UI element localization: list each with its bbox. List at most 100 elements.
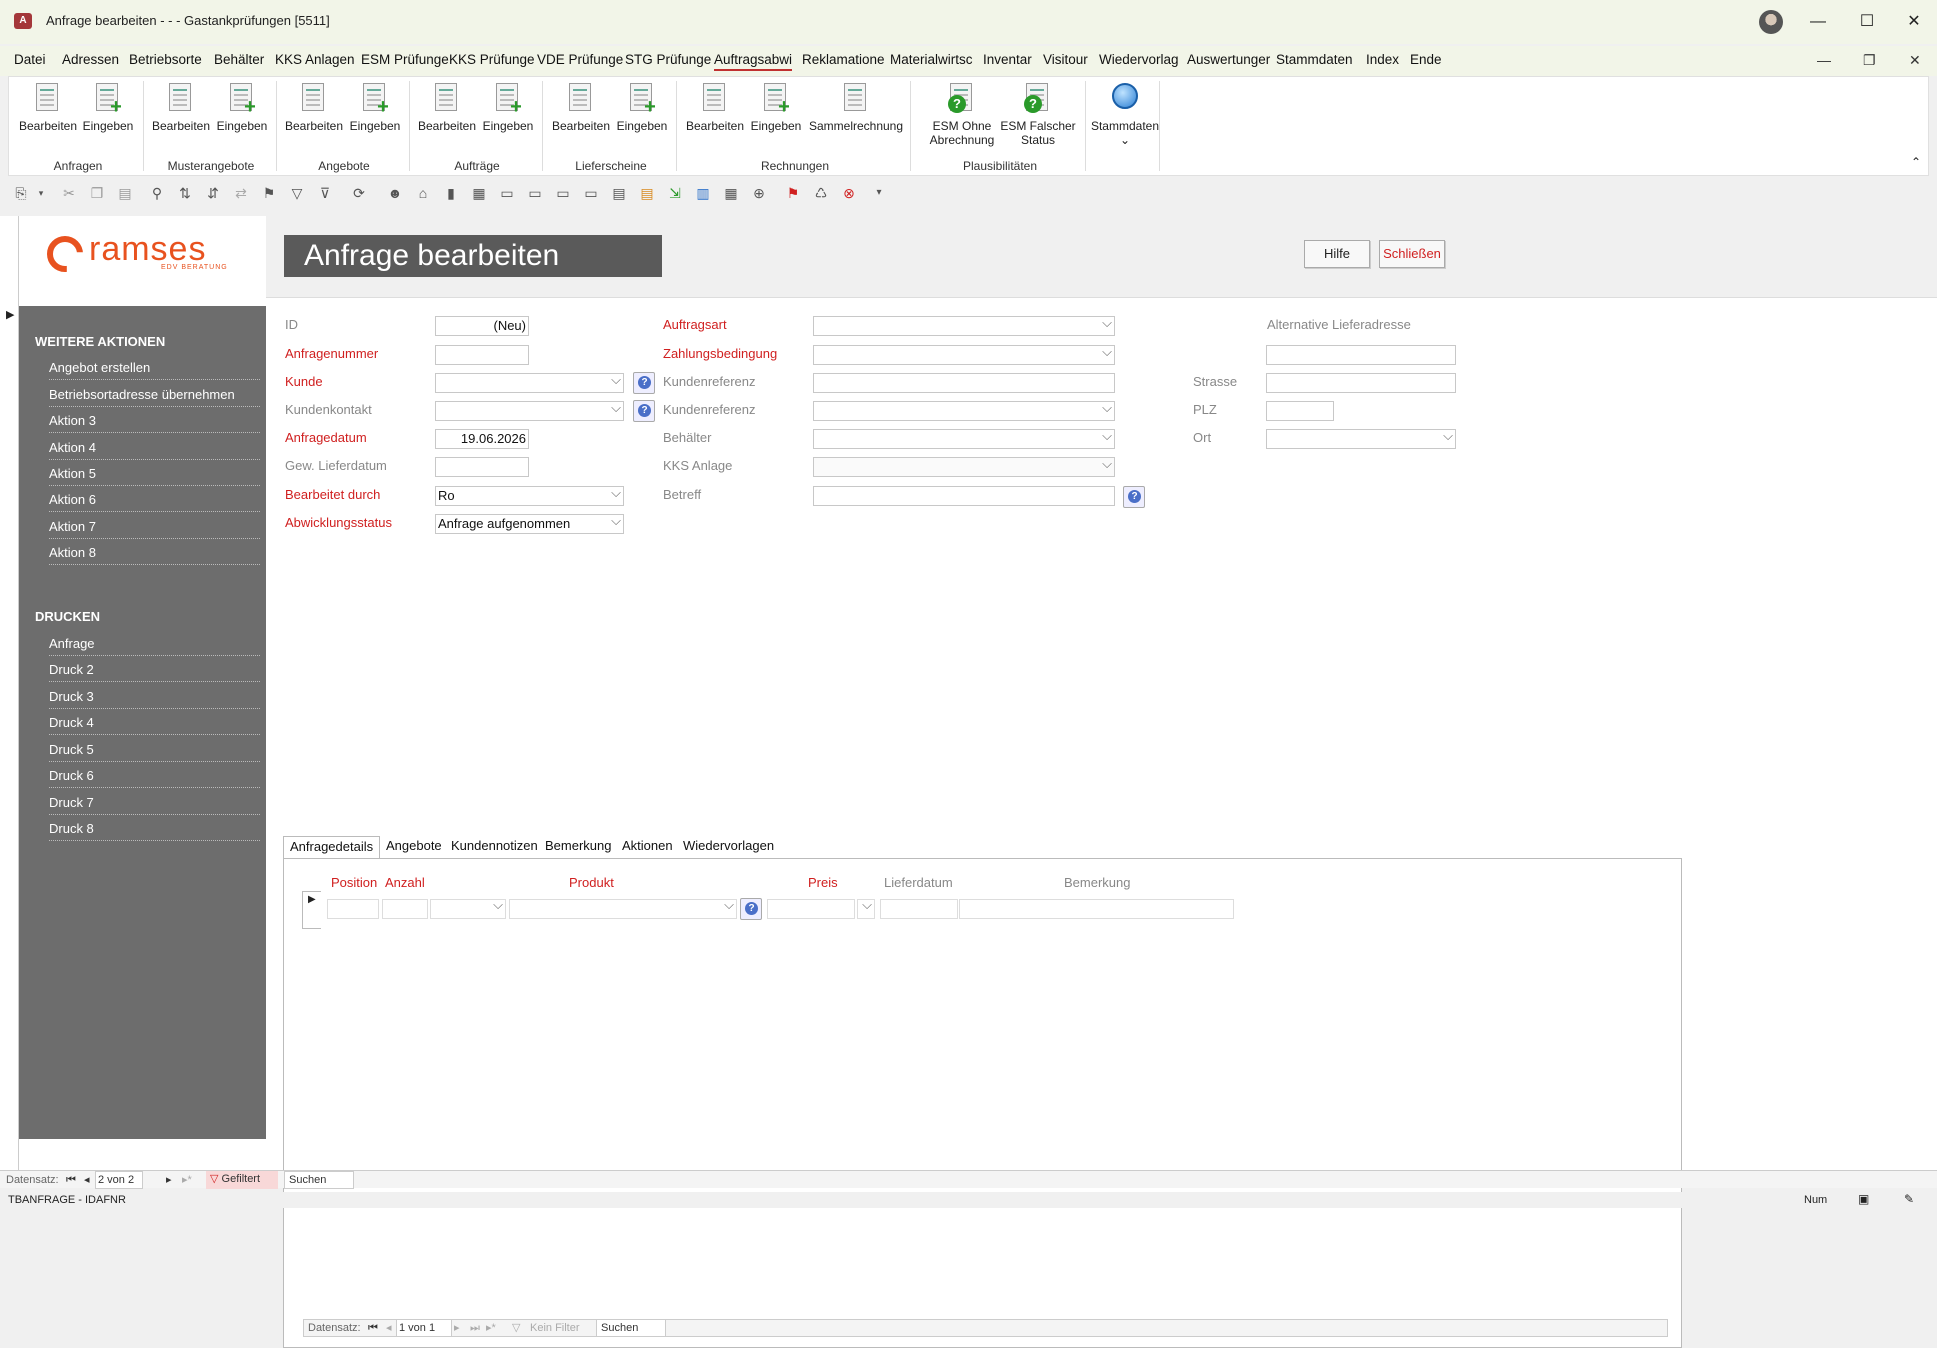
dropdown-arrow-icon[interactable]: ▾: [32, 184, 50, 202]
preis-dropdown[interactable]: [857, 897, 875, 919]
nav-item-aktion-7[interactable]: Aktion 7: [49, 519, 260, 539]
form-icon[interactable]: ▭: [498, 184, 516, 202]
subform-record-position[interactable]: 1 von 1: [396, 1319, 452, 1337]
strasse-field[interactable]: [1266, 373, 1456, 393]
menu-kks-anlagen[interactable]: KKS Anlagen: [275, 52, 355, 67]
main-first-record-icon[interactable]: ⏮: [66, 1172, 76, 1190]
nav-item-druck-4[interactable]: Druck 4: [49, 715, 260, 735]
sort-descending-icon[interactable]: ⇵: [204, 184, 222, 202]
menu-auftragsabwicklung[interactable]: Auftragsabwi: [714, 52, 793, 71]
main-search-input[interactable]: Suchen: [284, 1171, 354, 1189]
export-icon[interactable]: ⇲: [666, 184, 684, 202]
nav-item-aktion-3[interactable]: Aktion 3: [49, 413, 260, 433]
angebote-eingeben-button[interactable]: + Eingeben: [344, 83, 406, 133]
id-field[interactable]: (Neu): [435, 316, 529, 336]
web-icon[interactable]: ⊕: [750, 184, 768, 202]
tab-bemerkung[interactable]: Bemerkung: [539, 836, 617, 858]
tab-anfragedetails[interactable]: Anfragedetails: [283, 836, 381, 858]
form2-icon[interactable]: ▭: [526, 184, 544, 202]
close-icon[interactable]: ✕: [1902, 10, 1926, 34]
plz-field[interactable]: [1266, 401, 1334, 421]
kunde-lookup-icon[interactable]: [633, 372, 655, 394]
cancel-icon[interactable]: ⊗: [840, 184, 858, 202]
lieferdatum-cell[interactable]: [880, 899, 958, 919]
auftraege-eingeben-button[interactable]: + Eingeben: [477, 83, 539, 133]
nav-item-aktion-8[interactable]: Aktion 8: [49, 545, 260, 565]
esm-ohne-abrechnung-button[interactable]: ? ESM Ohne Abrechnung: [919, 83, 1005, 147]
nav-item-druck-5[interactable]: Druck 5: [49, 742, 260, 762]
musterangebote-eingeben-button[interactable]: + Eingeben: [211, 83, 273, 133]
record-selector-bar[interactable]: ▶: [0, 216, 19, 1176]
nav-item-druck-2[interactable]: Druck 2: [49, 662, 260, 682]
zahlungsbedingung-combo[interactable]: [813, 343, 1115, 365]
anzahl-cell[interactable]: [382, 899, 428, 919]
bemerkung-cell[interactable]: [959, 899, 1234, 919]
menu-vde-pruefungen[interactable]: VDE Prüfunge: [537, 52, 623, 67]
main-prev-record-icon[interactable]: ◂: [84, 1172, 90, 1190]
prev-record-icon[interactable]: ◂: [386, 1320, 392, 1338]
first-record-icon[interactable]: ⏮: [368, 1320, 378, 1338]
form3-icon[interactable]: ▭: [554, 184, 572, 202]
close-form-button[interactable]: Schließen: [1379, 240, 1445, 268]
kunde-combo[interactable]: [435, 371, 624, 393]
mdi-close-icon[interactable]: ✕: [1909, 52, 1921, 69]
alt-adresse-name-field[interactable]: [1266, 345, 1456, 365]
nav-item-aktion-6[interactable]: Aktion 6: [49, 492, 260, 512]
auftraege-bearbeiten-button[interactable]: Bearbeiten: [416, 83, 478, 133]
recycle-icon[interactable]: ♺: [812, 184, 830, 202]
position-cell[interactable]: [327, 899, 379, 919]
contacts-icon[interactable]: ☻: [386, 184, 404, 202]
tab-wiedervorlagen[interactable]: Wiedervorlagen: [677, 836, 780, 858]
menu-adressen[interactable]: Adressen: [62, 52, 119, 67]
remove-sort-icon[interactable]: ⇄: [232, 184, 250, 202]
menu-stammdaten[interactable]: Stammdaten: [1276, 52, 1353, 67]
auftragsart-combo[interactable]: [813, 314, 1115, 336]
menu-inventar[interactable]: Inventar: [983, 52, 1032, 67]
nav-item-betriebsortadresse[interactable]: Betriebsortadresse übernehmen: [49, 387, 260, 407]
filter-icon[interactable]: ▽: [288, 184, 306, 202]
cut-icon[interactable]: ✂: [60, 184, 78, 202]
menu-wiedervorlage[interactable]: Wiedervorlag: [1099, 52, 1179, 67]
angebote-bearbeiten-button[interactable]: Bearbeiten: [283, 83, 345, 133]
form-view-icon[interactable]: ▣: [1858, 1192, 1869, 1206]
kundenreferenz-field[interactable]: [813, 373, 1115, 393]
nav-item-druck-8[interactable]: Druck 8: [49, 821, 260, 841]
menu-kks-pruefungen[interactable]: KKS Prüfunge: [449, 52, 535, 67]
sammelrechnung-button[interactable]: Sammelrechnung: [806, 83, 906, 133]
main-new-record-icon[interactable]: ▸*: [182, 1172, 192, 1190]
view-switch-icon[interactable]: ⎘: [12, 184, 30, 202]
nav-item-druck-6[interactable]: Druck 6: [49, 768, 260, 788]
flag-icon[interactable]: ⚑: [784, 184, 802, 202]
esm-falscher-status-button[interactable]: ? ESM Falscher Status: [995, 83, 1081, 147]
copy-icon[interactable]: ❐: [88, 184, 106, 202]
refresh-icon[interactable]: ⟳: [350, 184, 368, 202]
tab-kundennotizen[interactable]: Kundennotizen: [445, 836, 544, 858]
musterangebote-bearbeiten-button[interactable]: Bearbeiten: [150, 83, 212, 133]
anfragen-bearbeiten-button[interactable]: Bearbeiten: [17, 83, 79, 133]
kundenreferenz-combo[interactable]: [813, 399, 1115, 421]
rechnungen-bearbeiten-button[interactable]: Bearbeiten: [684, 83, 746, 133]
anfragen-eingeben-button[interactable]: + Eingeben: [77, 83, 139, 133]
user-avatar[interactable]: [1759, 10, 1783, 34]
main-filter-status[interactable]: ▽ Gefiltert: [206, 1171, 278, 1189]
trash-icon[interactable]: ▮: [442, 184, 460, 202]
rechnungen-eingeben-button[interactable]: + Eingeben: [745, 83, 807, 133]
lieferscheine-eingeben-button[interactable]: + Eingeben: [611, 83, 673, 133]
paste-icon[interactable]: ▤: [116, 184, 134, 202]
subform-filter-status[interactable]: Kein Filter: [530, 1320, 580, 1338]
minimize-icon[interactable]: —: [1806, 10, 1830, 34]
menu-behaelter[interactable]: Behälter: [214, 52, 264, 67]
help-button[interactable]: Hilfe: [1304, 240, 1370, 268]
design-view-icon[interactable]: ✎: [1904, 1192, 1914, 1206]
lieferscheine-bearbeiten-button[interactable]: Bearbeiten: [550, 83, 612, 133]
tab-angebote[interactable]: Angebote: [380, 836, 448, 858]
menu-stg-pruefungen[interactable]: STG Prüfunge: [625, 52, 711, 67]
mdi-minimize-icon[interactable]: —: [1817, 52, 1831, 68]
main-record-position[interactable]: 2 von 2: [95, 1171, 143, 1189]
new-record-icon[interactable]: ▸*: [486, 1320, 496, 1338]
menu-index[interactable]: Index: [1366, 52, 1399, 67]
tab-aktionen[interactable]: Aktionen: [616, 836, 679, 858]
behaelter-combo[interactable]: [813, 427, 1115, 449]
nav-item-aktion-5[interactable]: Aktion 5: [49, 466, 260, 486]
subform-search-input[interactable]: Suchen: [596, 1319, 666, 1337]
